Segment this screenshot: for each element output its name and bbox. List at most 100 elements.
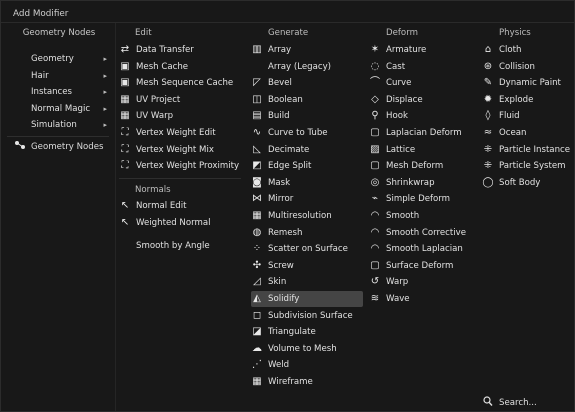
item-label: Boolean (268, 94, 303, 105)
geometry-nodes-item[interactable]: Geometry Nodes (13, 139, 113, 155)
generate-item-bevel[interactable]: ◸ Bevel (251, 75, 363, 91)
generate-item-screw[interactable]: ✣ Screw (251, 258, 363, 274)
submenu-label: Simulation (31, 120, 77, 130)
generate-item-mirror[interactable]: ⋈ Mirror (251, 191, 363, 207)
item-label: Vertex Weight Proximity (136, 161, 240, 172)
deform-item-smooth-laplacian[interactable]: ◠ Smooth Laplacian (369, 241, 477, 257)
edit-item-uv-project[interactable]: ▦ UV Project (119, 92, 243, 108)
item-label: Decimate (268, 144, 310, 155)
deform-item-lattice[interactable]: ▨ Lattice (369, 142, 477, 158)
physics-item-dynamic-paint[interactable]: ✎ Dynamic Paint (482, 75, 572, 91)
lattice-icon: ▨ (370, 143, 380, 155)
deform-item-wave[interactable]: ≋ Wave (369, 291, 477, 307)
deform-item-warp[interactable]: ↺ Warp (369, 274, 477, 290)
generate-item-solidify[interactable]: ◭ Solidify (251, 291, 363, 307)
generate-item-wireframe[interactable]: ▦ Wireframe (251, 374, 363, 390)
weld-icon: ⋰ (252, 359, 262, 371)
item-label: Vertex Weight Mix (136, 144, 214, 155)
chevron-right-icon: ▸ (103, 121, 107, 129)
physics-item-soft-body[interactable]: ◯ Soft Body (482, 175, 572, 191)
item-label: Simple Deform (386, 194, 451, 205)
soft-body-icon: ◯ (482, 176, 494, 188)
fluid-icon: ◊ (485, 110, 491, 122)
deform-item-mesh-deform[interactable]: ▢ Mesh Deform (369, 158, 477, 174)
edit-item-uv-warp[interactable]: ▦ UV Warp (119, 108, 243, 124)
item-label: Vertex Weight Edit (136, 128, 216, 138)
geometry-nodes-icon (13, 139, 27, 157)
submenu-hair[interactable]: Hair ▸ (31, 68, 107, 84)
item-label: Subdivision Surface (268, 310, 353, 321)
item-label: Laplacian Deform (386, 128, 462, 138)
generate-item-multiresolution[interactable]: ▦ Multiresolution (251, 208, 363, 224)
normals-item-weighted-normal[interactable]: ↖ Weighted Normal (119, 215, 243, 231)
scatter-on-surface-icon: ⁘ (252, 243, 262, 255)
generate-item-triangulate[interactable]: ◪ Triangulate (251, 324, 363, 340)
item-label: Ocean (499, 128, 527, 138)
deform-item-laplacian-deform[interactable]: ▢ Laplacian Deform (369, 125, 477, 141)
surface-deform-icon: ▢ (370, 259, 380, 271)
edit-item-mesh-sequence-cache[interactable]: ▣ Mesh Sequence Cache (119, 75, 243, 91)
physics-item-ocean[interactable]: ≈ Ocean (482, 125, 572, 141)
item-label: Array (Legacy) (268, 61, 332, 72)
generate-item-scatter-on-surface[interactable]: ⁘ Scatter on Surface (251, 241, 363, 257)
item-label: Remesh (268, 227, 303, 238)
mesh-cache-icon: ▣ (120, 60, 130, 72)
collision-icon: ⊛ (483, 60, 493, 72)
submenu-normal-magic[interactable]: Normal Magic ▸ (31, 101, 107, 117)
deform-item-simple-deform[interactable]: ⌁ Simple Deform (369, 191, 477, 207)
generate-item-curve-to-tube[interactable]: ∿ Curve to Tube (251, 125, 363, 141)
physics-item-particle-instance[interactable]: ⁜ Particle Instance (482, 142, 572, 158)
edit-item-vertex-weight-edit[interactable]: ⛶ Vertex Weight Edit (119, 125, 243, 141)
item-label: Explode (499, 94, 534, 105)
item-label: Skin (268, 277, 287, 288)
weighted-normal-icon: ↖ (120, 216, 130, 228)
generate-item-subdivision-surface[interactable]: ◻ Subdivision Surface (251, 308, 363, 324)
deform-item-smooth-corrective[interactable]: ◠ Smooth Corrective (369, 225, 477, 241)
generate-item-mask[interactable]: ◙ Mask (251, 175, 363, 191)
edit-item-mesh-cache[interactable]: ▣ Mesh Cache (119, 59, 243, 75)
cloth-icon: ⌂ (484, 44, 492, 55)
deform-item-smooth[interactable]: ◠ Smooth (369, 208, 477, 224)
generate-item-decimate[interactable]: ◺ Decimate (251, 142, 363, 158)
generate-item-array[interactable]: ▥ Array (251, 42, 363, 58)
item-label: Soft Body (499, 177, 541, 188)
deform-item-shrinkwrap[interactable]: ◎ Shrinkwrap (369, 175, 477, 191)
submenu-geometry[interactable]: Geometry ▸ (31, 51, 107, 67)
explode-icon: ✹ (483, 93, 493, 105)
submenu-instances[interactable]: Instances ▸ (31, 84, 107, 100)
deform-item-armature[interactable]: ✶ Armature (369, 42, 477, 58)
item-label: Displace (386, 94, 423, 105)
generate-item-remesh[interactable]: ◍ Remesh (251, 225, 363, 241)
deform-item-surface-deform[interactable]: ▢ Surface Deform (369, 258, 477, 274)
generate-item-edge-split[interactable]: ◩ Edge Split (251, 158, 363, 174)
deform-item-displace[interactable]: ◇ Displace (369, 92, 477, 108)
item-label: Bevel (268, 78, 292, 89)
edit-item-vertex-weight-mix[interactable]: ⛶ Vertex Weight Mix (119, 142, 243, 158)
generate-item-volume-to-mesh[interactable]: ☁ Volume to Mesh (251, 341, 363, 357)
generate-item-array-legacy[interactable]: Array (Legacy) (251, 59, 363, 75)
generate-item-weld[interactable]: ⋰ Weld (251, 357, 363, 373)
physics-item-collision[interactable]: ⊛ Collision (482, 59, 572, 75)
edge-split-icon: ◩ (252, 160, 262, 172)
normals-item-normal-edit[interactable]: ↖ Normal Edit (119, 198, 243, 214)
item-label: Wave (386, 294, 410, 304)
geometry-nodes-header: Geometry Nodes (22, 28, 96, 38)
deform-item-curve[interactable]: ⌒ Curve (369, 75, 477, 91)
edit-item-data-transfer[interactable]: ⇄ Data Transfer (119, 42, 243, 58)
generate-item-build[interactable]: ▤ Build (251, 108, 363, 124)
submenu-simulation[interactable]: Simulation ▸ (31, 117, 107, 133)
normals-item-smooth-by-angle[interactable]: Smooth by Angle (119, 238, 243, 254)
generate-item-skin[interactable]: ◿ Skin (251, 274, 363, 290)
physics-item-particle-system[interactable]: ⁜ Particle System (482, 158, 572, 174)
search-button[interactable]: Search... (479, 396, 571, 410)
physics-item-cloth[interactable]: ⌂ Cloth (482, 42, 572, 58)
deform-item-hook[interactable]: ⚲ Hook (369, 108, 477, 124)
mesh-sequence-cache-icon: ▣ (120, 77, 130, 89)
physics-item-explode[interactable]: ✹ Explode (482, 92, 572, 108)
physics-item-fluid[interactable]: ◊ Fluid (482, 108, 572, 124)
uv-project-icon: ▦ (120, 93, 130, 105)
chevron-right-icon: ▸ (103, 55, 107, 63)
edit-item-vertex-weight-proximity[interactable]: ⛶ Vertex Weight Proximity (119, 158, 243, 174)
deform-item-cast[interactable]: ◌ Cast (369, 59, 477, 75)
generate-item-boolean[interactable]: ◫ Boolean (251, 92, 363, 108)
